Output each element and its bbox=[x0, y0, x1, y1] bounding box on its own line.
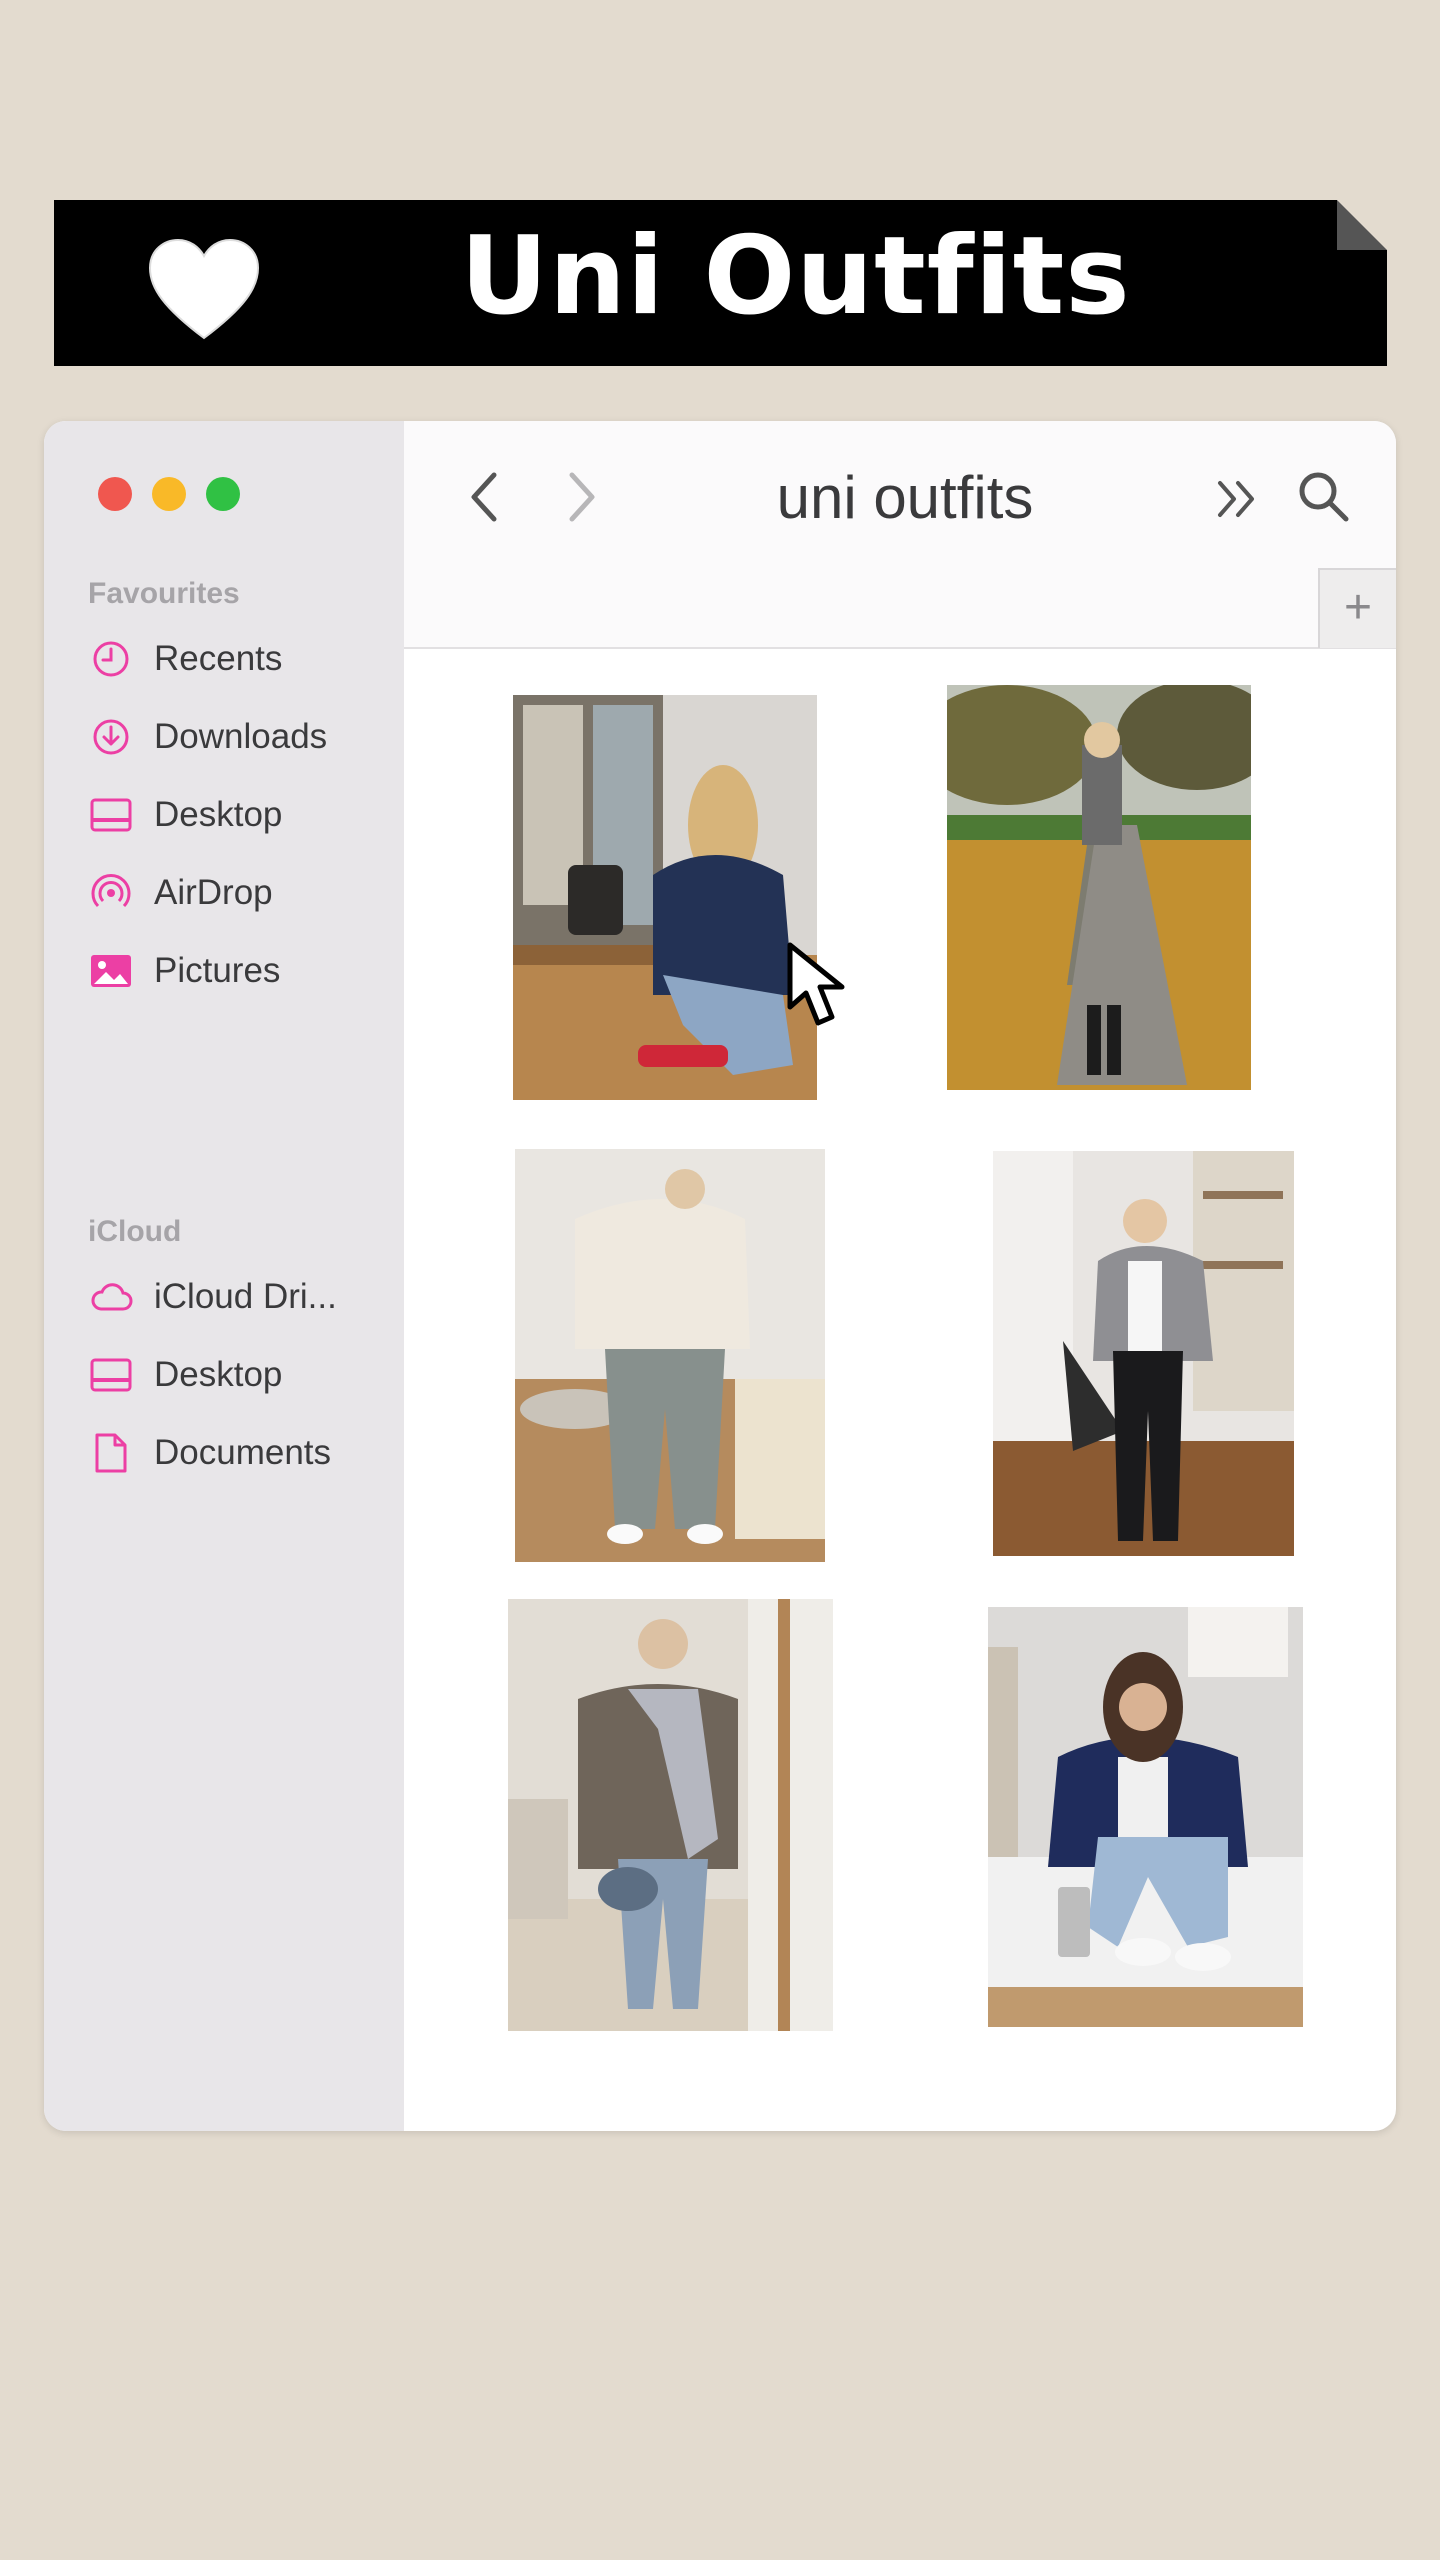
sidebar-item-label: Downloads bbox=[154, 717, 328, 756]
sidebar-item-label: Recents bbox=[154, 639, 283, 678]
sidebar-item-icloud-desktop[interactable]: Desktop bbox=[88, 1345, 282, 1405]
finder-window: Favourites Recents Downloads Desktop Air… bbox=[44, 421, 1396, 2131]
sidebar-item-label: Pictures bbox=[154, 951, 281, 990]
sidebar-item-label: Desktop bbox=[154, 1355, 283, 1394]
photo-thumbnail-4[interactable] bbox=[993, 1151, 1294, 1556]
new-tab-button[interactable]: + bbox=[1318, 568, 1396, 648]
download-icon bbox=[88, 714, 134, 760]
close-window-button[interactable] bbox=[98, 477, 132, 511]
desktop-icon bbox=[88, 1352, 134, 1398]
pictures-icon bbox=[88, 948, 134, 994]
sidebar-item-label: AirDrop bbox=[154, 873, 273, 912]
document-icon bbox=[88, 1430, 134, 1476]
sidebar-item-recents[interactable]: Recents bbox=[88, 629, 282, 689]
clock-icon bbox=[88, 636, 134, 682]
mouse-pointer-icon bbox=[787, 942, 845, 1026]
sidebar-item-downloads[interactable]: Downloads bbox=[88, 707, 327, 767]
double-chevron-icon[interactable] bbox=[1210, 471, 1266, 527]
favourites-section-label: Favourites bbox=[88, 577, 240, 610]
zoom-window-button[interactable] bbox=[206, 477, 240, 511]
minimize-window-button[interactable] bbox=[152, 477, 186, 511]
banner-title: Uni Outfits bbox=[460, 214, 1131, 339]
photo-thumbnail-3[interactable] bbox=[515, 1149, 825, 1562]
sidebar-item-airdrop[interactable]: AirDrop bbox=[88, 863, 273, 923]
photo-thumbnail-6[interactable] bbox=[988, 1607, 1303, 2027]
sidebar-item-label: iCloud Dri... bbox=[154, 1277, 337, 1316]
sidebar-item-documents[interactable]: Documents bbox=[88, 1423, 331, 1483]
sidebar-item-icloud-drive[interactable]: iCloud Dri... bbox=[88, 1267, 337, 1327]
photo-thumbnail-5[interactable] bbox=[508, 1599, 833, 2031]
airdrop-icon bbox=[88, 870, 134, 916]
sidebar-item-label: Desktop bbox=[154, 795, 283, 834]
search-icon[interactable] bbox=[1294, 467, 1352, 525]
toolbar: uni outfits + bbox=[404, 421, 1396, 649]
desktop-icon bbox=[88, 792, 134, 838]
photo-thumbnail-1[interactable] bbox=[513, 695, 817, 1100]
sidebar-item-desktop[interactable]: Desktop bbox=[88, 785, 282, 845]
sidebar-item-pictures[interactable]: Pictures bbox=[88, 941, 280, 1001]
cloud-icon bbox=[88, 1274, 134, 1320]
photo-thumbnail-2[interactable] bbox=[947, 685, 1251, 1090]
sidebar-item-label: Documents bbox=[154, 1433, 332, 1472]
sidebar: Favourites Recents Downloads Desktop Air… bbox=[44, 421, 404, 2131]
title-banner: Uni Outfits bbox=[54, 200, 1387, 366]
window-controls bbox=[98, 477, 240, 511]
icloud-section-label: iCloud bbox=[88, 1215, 182, 1248]
